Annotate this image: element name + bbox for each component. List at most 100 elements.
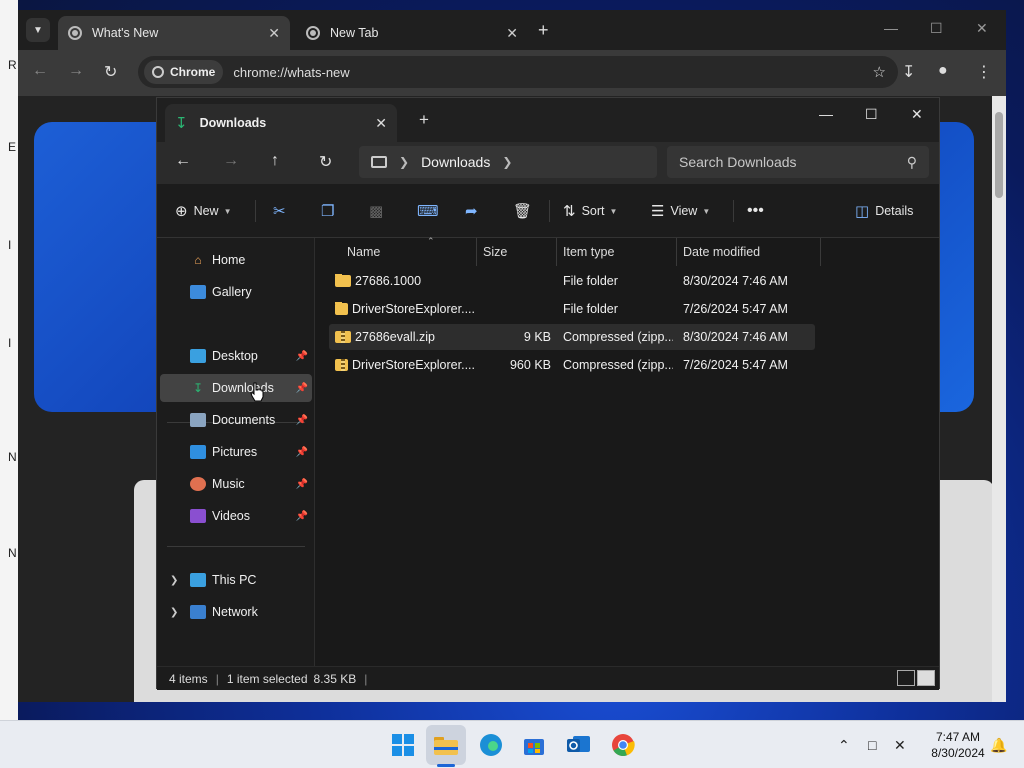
large-icons-view-icon[interactable] — [917, 670, 935, 686]
maximize-icon[interactable]: ☐ — [865, 106, 878, 123]
file-date: 7/26/2024 5:47 AM — [683, 302, 788, 316]
command-divider — [733, 200, 734, 222]
close-icon[interactable]: ✕ — [268, 25, 280, 42]
sort-icon: ⇅ — [563, 203, 576, 220]
sidebar-item-desktop[interactable]: Desktop 📌 — [160, 342, 312, 370]
view-button[interactable]: ☰ View ▼ — [651, 202, 710, 220]
desktop-icons-strip: R E I I N N — [0, 0, 18, 720]
maximize-icon[interactable]: ☐ — [930, 20, 943, 37]
command-divider — [255, 200, 256, 222]
paste-button[interactable]: ▩ — [369, 202, 389, 220]
close-icon[interactable]: ✕ — [375, 115, 387, 132]
minimize-icon[interactable]: — — [884, 20, 898, 36]
column-header-type[interactable]: Item type — [557, 238, 677, 266]
search-input[interactable] — [679, 154, 879, 170]
menu-kebab-icon[interactable]: ⋮ — [976, 62, 992, 82]
desktop-letter: N — [8, 450, 17, 464]
forward-arrow-icon[interactable]: → — [68, 62, 84, 80]
chevron-up-icon[interactable]: ⌃ — [838, 737, 850, 754]
sidebar-item-label: This PC — [212, 573, 257, 587]
gallery-icon — [190, 285, 206, 299]
rename-button[interactable]: ⌨ — [417, 202, 445, 220]
sidebar-item-this-pc[interactable]: ❯ This PC — [160, 566, 312, 594]
up-arrow-icon[interactable]: ↑ — [271, 152, 279, 170]
new-button[interactable]: ⊕ New ▼ — [175, 202, 232, 220]
edge-icon — [480, 734, 502, 756]
sidebar-item-home[interactable]: ⌂ Home — [160, 246, 312, 274]
share-button[interactable]: ➦ — [465, 202, 484, 220]
chevron-right-icon[interactable]: ❯ — [170, 607, 178, 618]
back-arrow-icon[interactable]: ← — [175, 152, 191, 170]
chevron-right-icon[interactable]: ❯ — [502, 155, 512, 169]
network-status-icon[interactable]: □ — [868, 737, 876, 753]
chrome-tab-new-tab[interactable]: New Tab ✕ — [296, 16, 528, 50]
refresh-icon[interactable]: ↻ — [319, 152, 332, 172]
notification-bell-icon[interactable]: 🔔 — [990, 737, 1007, 754]
chevron-right-icon[interactable]: ❯ — [170, 575, 178, 586]
profile-icon[interactable]: ● — [938, 62, 948, 80]
column-header-date[interactable]: Date modified — [677, 238, 821, 266]
chrome-logo-icon — [152, 66, 164, 78]
cut-button[interactable]: ✂ — [273, 202, 292, 220]
delete-button[interactable]: 🗑 — [513, 202, 538, 220]
bookmark-star-icon[interactable]: ☆ — [873, 63, 886, 81]
taskbar-file-explorer[interactable] — [432, 731, 460, 759]
taskbar-edge[interactable] — [477, 731, 505, 759]
site-chip[interactable]: Chrome — [144, 60, 224, 84]
view-button-label: View — [670, 204, 698, 218]
new-tab-button[interactable]: + — [538, 20, 549, 41]
close-icon[interactable]: ✕ — [506, 25, 518, 42]
close-window-icon[interactable]: ✕ — [976, 20, 988, 37]
sidebar-item-videos[interactable]: Videos 📌 — [160, 502, 312, 530]
breadcrumb-downloads[interactable]: Downloads — [421, 154, 490, 170]
active-app-indicator — [437, 764, 455, 767]
forward-arrow-icon[interactable]: → — [223, 152, 239, 170]
details-view-icon[interactable] — [897, 670, 915, 686]
sidebar-item-documents[interactable]: Documents 📌 — [160, 406, 312, 434]
back-arrow-icon[interactable]: ← — [32, 62, 48, 80]
file-row-selected[interactable]: 27686evall.zip 9 KB Compressed (zipp... … — [329, 324, 815, 350]
sort-button[interactable]: ⇅ Sort ▼ — [563, 202, 617, 220]
sidebar-item-gallery[interactable]: Gallery — [160, 278, 312, 306]
column-header-size[interactable]: Size — [477, 238, 557, 266]
omnibox[interactable]: Chrome chrome://whats-new ☆ — [138, 56, 898, 88]
file-type: Compressed (zipp... — [563, 358, 673, 372]
taskbar-chrome[interactable] — [609, 731, 637, 759]
file-name: DriverStoreExplorer.... — [352, 302, 475, 316]
address-bar[interactable]: ❯ Downloads ❯ — [359, 146, 657, 178]
column-header-label: Date modified — [683, 245, 761, 259]
sidebar-item-network[interactable]: ❯ Network — [160, 598, 312, 626]
start-button[interactable] — [389, 731, 417, 759]
sidebar-item-label: Desktop — [212, 349, 258, 363]
reload-icon[interactable]: ↻ — [104, 62, 117, 82]
scrollbar-thumb[interactable] — [995, 112, 1003, 198]
documents-icon — [190, 413, 206, 427]
file-row[interactable]: DriverStoreExplorer.... File folder 7/26… — [329, 296, 815, 322]
search-box[interactable]: ⚲ — [667, 146, 929, 178]
download-icon[interactable]: ↧ — [902, 62, 915, 82]
more-options-button[interactable]: ••• — [747, 202, 764, 220]
file-row[interactable]: DriverStoreExplorer.... 960 KB Compresse… — [329, 352, 815, 378]
column-header-name[interactable]: Name ⌃ — [341, 236, 477, 266]
explorer-tab-downloads[interactable]: ↧ Downloads ✕ — [165, 104, 397, 142]
new-explorer-tab-button[interactable]: + — [419, 110, 429, 130]
copy-button[interactable]: ❐ — [321, 202, 340, 220]
minimize-icon[interactable]: — — [819, 106, 833, 122]
sidebar-item-music[interactable]: Music 📌 — [160, 470, 312, 498]
taskbar-outlook[interactable] — [565, 731, 593, 759]
page-scrollbar[interactable] — [992, 96, 1006, 702]
close-window-icon[interactable]: ✕ — [911, 106, 923, 123]
sidebar-item-downloads[interactable]: ↧ Downloads 📌 — [160, 374, 312, 402]
tab-search-button[interactable]: ▼ — [26, 18, 50, 42]
taskbar-clock[interactable]: 7:47 AM 8/30/2024 — [916, 729, 1000, 761]
taskbar-store[interactable] — [520, 731, 548, 759]
column-header-label: Size — [483, 245, 508, 259]
sidebar-item-pictures[interactable]: Pictures 📌 — [160, 438, 312, 466]
chevron-right-icon: ❯ — [399, 155, 410, 169]
file-row[interactable]: 27686.1000 File folder 8/30/2024 7:46 AM — [329, 268, 815, 294]
file-explorer-window: ↧ Downloads ✕ + — ☐ ✕ ← → ↑ ↻ ❯ Download… — [156, 97, 940, 690]
chrome-tab-whats-new[interactable]: What's New ✕ — [58, 16, 290, 50]
volume-muted-icon[interactable]: ✕ — [894, 737, 906, 754]
details-button[interactable]: ◫ Details — [855, 202, 913, 220]
chrome-tab-title: New Tab — [330, 26, 379, 40]
